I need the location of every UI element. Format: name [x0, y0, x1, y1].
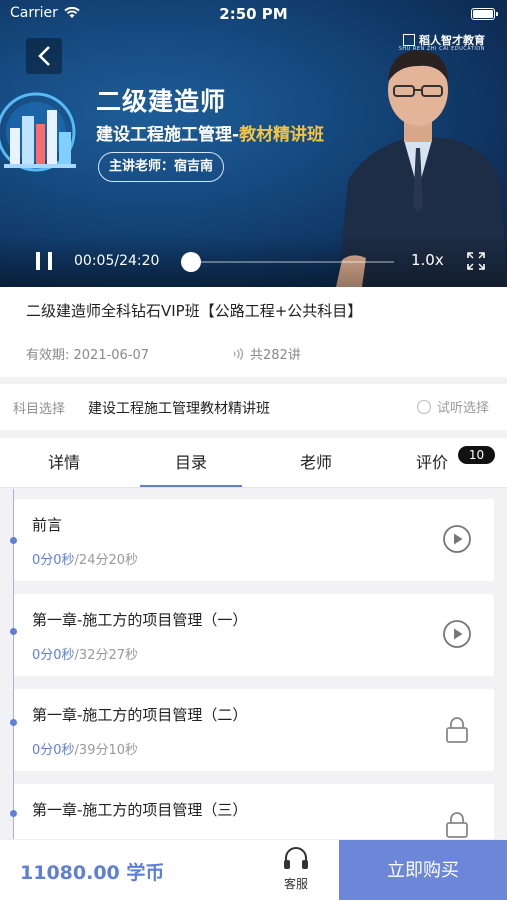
customer-service-label: 客服: [283, 877, 308, 891]
watched-time: 0分0秒: [32, 553, 75, 568]
catalog-item-progress: 0分0秒/24分20秒: [32, 549, 138, 568]
video-controls: 00:05/24:20 1.0x: [0, 236, 507, 287]
audio-icon: [233, 347, 244, 360]
pause-icon: [36, 252, 40, 270]
lesson-count: 共282讲: [232, 344, 301, 363]
playback-time: 00:05/24:20: [74, 253, 160, 269]
pause-button[interactable]: [36, 252, 52, 270]
playback-speed[interactable]: 1.0x: [411, 251, 444, 269]
timeline-dot: [10, 537, 17, 544]
chevron-left-icon: [38, 46, 50, 66]
lock-icon: [446, 812, 468, 838]
timeline-dot: [10, 719, 17, 726]
course-title: 二级建造师全科钻石VIP班【公路工程+公共科目】: [26, 302, 363, 320]
play-circle-icon[interactable]: [442, 524, 472, 554]
banner-subtitle: 建设工程施工管理-教材精讲班: [96, 120, 324, 145]
catalog-item-title: 第一章-施工方的项目管理（一）: [32, 611, 248, 629]
headset-icon: [284, 847, 308, 869]
course-info: 二级建造师全科钻石VIP班【公路工程+公共科目】 有效期: 2021-06-07…: [0, 287, 507, 377]
subject-selector[interactable]: 科目选择 建设工程施工管理教材精讲班 试听选择: [0, 384, 507, 430]
catalog-item-progress: 0分0秒/32分27秒: [32, 644, 138, 663]
banner-subtitle-highlight: 教材精讲班: [239, 125, 325, 145]
catalog-item[interactable]: 第一章-施工方的项目管理（二） 0分0秒/39分10秒: [10, 689, 494, 771]
valid-until: 有效期: 2021-06-07: [26, 348, 150, 363]
watched-time: 0分0秒: [32, 648, 75, 663]
total-time: /24分20秒: [74, 553, 139, 568]
trial-icon: [416, 399, 431, 414]
video-player[interactable]: Carrier 2:50 PM 稻人智才教育 SHU REN ZHI CAI E…: [0, 0, 507, 287]
buy-now-button[interactable]: 立即购买: [339, 840, 507, 900]
catalog-item[interactable]: 第一章-施工方的项目管理（三）: [10, 784, 494, 839]
tab-catalog[interactable]: 目录: [140, 438, 242, 488]
catalog-list: 前言 0分0秒/24分20秒 第一章-施工方的项目管理（一） 0分0秒/32分2…: [0, 489, 507, 839]
timeline-dot: [10, 810, 17, 817]
active-tab-indicator: [140, 485, 242, 487]
banner-title: 二级建造师: [96, 87, 227, 116]
timeline-dot: [10, 628, 17, 635]
tab-details[interactable]: 详情: [14, 438, 114, 488]
banner-subtitle-main: 建设工程施工管理-: [96, 125, 240, 145]
customer-service-button[interactable]: 客服: [272, 846, 320, 892]
subject-label: 科目选择: [13, 402, 66, 417]
status-bar: Carrier 2:50 PM: [0, 0, 507, 28]
catalog-item-title: 前言: [32, 516, 63, 534]
teacher-label: 主讲老师：宿吉南: [98, 152, 225, 182]
review-count-badge: 10: [458, 446, 495, 464]
catalog-item[interactable]: 第一章-施工方的项目管理（一） 0分0秒/32分27秒: [10, 594, 494, 676]
battery-icon: [471, 8, 498, 20]
catalog-item-title: 第一章-施工方的项目管理（二）: [32, 706, 248, 724]
trial-select-button[interactable]: 试听选择: [416, 397, 489, 416]
watched-time: 0分0秒: [32, 743, 75, 758]
tab-bar: 详情 目录 老师 评价: [0, 438, 507, 488]
city-illustration: [0, 92, 76, 172]
progress-bar[interactable]: [190, 261, 394, 263]
total-time: /39分10秒: [74, 743, 139, 758]
catalog-item[interactable]: 前言 0分0秒/24分20秒: [10, 499, 494, 581]
bottom-bar: 11080.00 学币 客服 立即购买: [0, 839, 507, 900]
back-button[interactable]: [26, 38, 62, 74]
lesson-count-label: 共282讲: [250, 348, 301, 363]
subject-value[interactable]: 建设工程施工管理教材精讲班: [88, 398, 270, 418]
play-circle-icon[interactable]: [442, 619, 472, 649]
catalog-item-progress: 0分0秒/39分10秒: [32, 739, 138, 758]
tab-teacher[interactable]: 老师: [266, 438, 366, 488]
catalog-item-title: 第一章-施工方的项目管理（三）: [32, 801, 248, 819]
progress-knob[interactable]: [180, 252, 201, 272]
status-time: 2:50 PM: [219, 5, 288, 23]
fullscreen-icon[interactable]: [466, 251, 486, 271]
trial-label: 试听选择: [436, 401, 489, 416]
total-time: /32分27秒: [74, 648, 139, 663]
price: 11080.00 学币: [20, 862, 165, 884]
lock-icon: [446, 717, 468, 743]
